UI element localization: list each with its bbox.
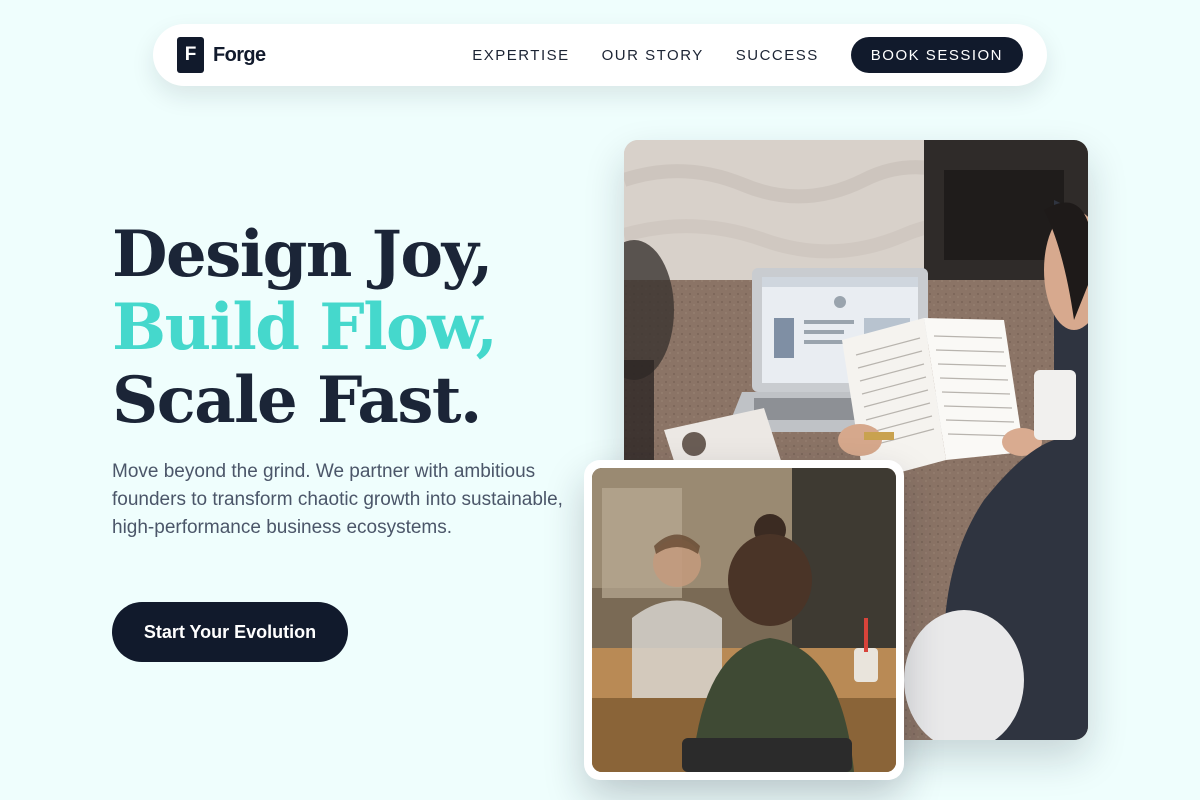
headline-line-1: Design Joy, <box>112 217 493 292</box>
headline-line-2-accent: Build Flow, <box>112 290 498 365</box>
nav-link-our-story[interactable]: OUR STORY <box>602 47 704 64</box>
nav-links: EXPERTISE OUR STORY SUCCESS BOOK SESSION <box>472 37 1023 73</box>
nav-link-expertise[interactable]: EXPERTISE <box>472 47 569 64</box>
start-evolution-button[interactable]: Start Your Evolution <box>112 602 348 662</box>
nav-link-success[interactable]: SUCCESS <box>736 47 819 64</box>
cafe-photo-illustration <box>592 468 896 772</box>
book-session-button[interactable]: BOOK SESSION <box>850 37 1023 73</box>
inset-photo-frame <box>592 468 896 772</box>
brand-logo[interactable]: F Forge <box>177 37 266 73</box>
hero-lead-text: Move beyond the grind. We partner with a… <box>112 461 563 538</box>
top-nav: F Forge EXPERTISE OUR STORY SUCCESS BOOK… <box>153 24 1047 86</box>
hero-headline: Design Joy, Build Flow, Scale Fast. <box>112 218 582 437</box>
headline-line-3: Scale Fast. <box>112 363 482 438</box>
hero-photo-inset <box>584 460 904 780</box>
brand-name: Forge <box>213 43 266 66</box>
landing-page: F Forge EXPERTISE OUR STORY SUCCESS BOOK… <box>0 0 1200 800</box>
brand-mark-icon: F <box>177 37 204 73</box>
